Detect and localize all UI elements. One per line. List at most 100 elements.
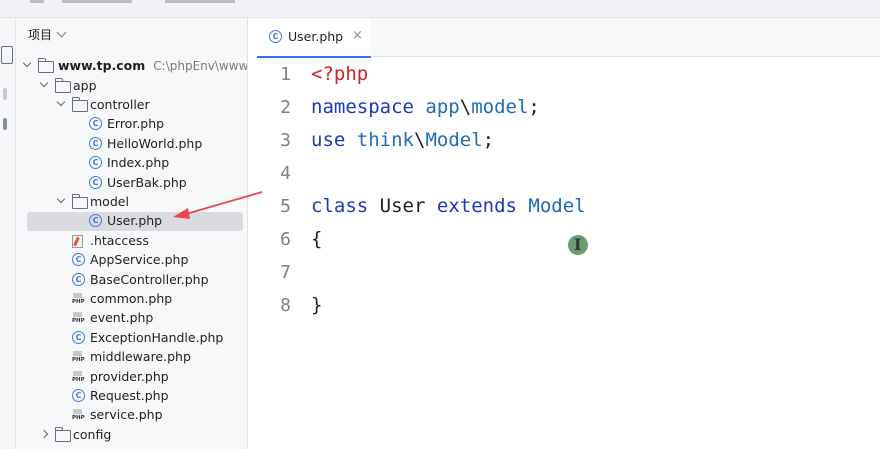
folder-icon xyxy=(71,96,88,112)
tree-file[interactable]: C ExceptionHandle.php xyxy=(16,329,247,348)
tree-file[interactable]: C HelloWorld.php xyxy=(16,135,247,154)
php-file-icon: PHP xyxy=(72,409,85,422)
class-file-icon: C xyxy=(89,136,102,150)
keyword-namespace: namespace xyxy=(311,96,414,118)
tree-file[interactable]: C Request.php xyxy=(16,387,247,406)
tree-folder[interactable]: controller xyxy=(16,96,247,115)
tree-item-label: config xyxy=(73,426,112,442)
class-file-icon: C xyxy=(89,175,102,189)
line-number: 3 xyxy=(280,130,291,151)
php-file-icon: PHP xyxy=(72,370,85,384)
line-number: 4 xyxy=(280,163,291,184)
line-number: 5 xyxy=(280,196,291,217)
tree-item-label: Error.php xyxy=(107,116,165,132)
class-file-icon: C xyxy=(72,272,85,286)
tree-folder[interactable]: model xyxy=(16,193,247,212)
tool-icon[interactable] xyxy=(3,118,7,130)
tree-file[interactable]: C Error.php xyxy=(16,115,247,134)
class-file-icon: C xyxy=(89,156,102,170)
namespace-separator: \ xyxy=(413,129,426,151)
class-file-icon: C xyxy=(89,117,102,131)
tree-file[interactable]: C BaseController.php xyxy=(16,271,247,290)
code-line-1: <?php xyxy=(311,58,368,91)
code-line-6: { xyxy=(311,223,322,256)
line-number: 8 xyxy=(280,295,291,316)
expand-arrow-icon[interactable] xyxy=(22,58,32,68)
tree-item-label: event.php xyxy=(90,310,154,326)
tree-folder[interactable]: config xyxy=(16,426,247,445)
tree-folder[interactable]: app xyxy=(16,77,247,96)
tree-file[interactable]: PHP service.php xyxy=(16,406,247,425)
tree-file[interactable]: PHP common.php xyxy=(16,290,247,309)
project-tool-icon[interactable] xyxy=(1,46,13,64)
text-cursor-icon xyxy=(568,235,588,255)
chevron-right-icon[interactable] xyxy=(39,429,49,438)
tree-item-label: .htaccess xyxy=(90,232,149,248)
tree-item-label: common.php xyxy=(90,290,173,306)
title-fragment xyxy=(165,0,235,3)
tree-file[interactable]: PHP middleware.php xyxy=(16,348,247,367)
php-open-tag: <?php xyxy=(311,63,369,85)
line-number: 2 xyxy=(280,97,291,118)
tree-file[interactable]: C UserBak.php xyxy=(16,174,247,193)
project-header-label: 项目 xyxy=(28,28,53,42)
root-path: C:\phpEnv\www\w xyxy=(153,59,248,73)
php-file-icon: PHP xyxy=(72,292,85,306)
window-title-bar xyxy=(0,0,880,18)
code-editor[interactable]: 1 2 3 4 5 6 7 8 <?php namespace app\mode… xyxy=(257,57,880,449)
class-file-icon: C xyxy=(72,330,85,344)
keyword-extends: extends xyxy=(436,195,517,217)
tree-file[interactable]: C AppService.php xyxy=(16,251,247,270)
semicolon: ; xyxy=(528,96,540,118)
tree-item-label: HelloWorld.php xyxy=(107,135,203,151)
menu-icon[interactable] xyxy=(30,0,44,3)
code-line-3: use think\Model; xyxy=(311,124,494,157)
tree-file[interactable]: .htaccess xyxy=(16,232,247,251)
folder-icon xyxy=(54,77,71,93)
root-label: www.tp.com xyxy=(58,58,146,73)
folder-icon xyxy=(54,426,71,442)
folder-icon xyxy=(37,58,54,73)
tool-window-strip xyxy=(0,18,16,449)
project-panel: 项目 www.tp.com C:\phpEnv\www\w app controll… xyxy=(16,18,248,449)
chevron-down-icon[interactable] xyxy=(56,194,66,204)
htaccess-file-icon xyxy=(72,234,83,248)
tool-icon[interactable] xyxy=(3,88,7,100)
code-line-5: class User extends Model xyxy=(311,190,586,223)
tree-file[interactable]: PHP provider.php xyxy=(16,368,247,387)
code-line-2: namespace app\model; xyxy=(311,91,540,124)
tree-item-label: middleware.php xyxy=(90,349,191,365)
tree-file[interactable]: C Index.php xyxy=(16,154,247,173)
folder-icon xyxy=(71,193,88,209)
line-number: 7 xyxy=(280,262,291,283)
chevron-down-icon[interactable] xyxy=(56,97,66,107)
tree-item-label: service.php xyxy=(90,407,163,423)
php-file-icon: PHP xyxy=(72,312,85,325)
chevron-down-icon[interactable] xyxy=(56,27,67,38)
tree-root[interactable]: www.tp.com C:\phpEnv\www\w xyxy=(16,57,247,76)
editor-tab-bar: C User.php × xyxy=(257,18,880,58)
tree-item-label: AppService.php xyxy=(90,252,189,268)
open-brace: { xyxy=(311,228,323,250)
tree-item-label: BaseController.php xyxy=(90,271,209,287)
chevron-down-icon[interactable] xyxy=(39,78,49,87)
close-icon[interactable]: × xyxy=(352,28,363,43)
class-reference: Model xyxy=(425,129,483,151)
namespace-segment: think xyxy=(356,129,414,151)
tab-user-php[interactable]: C User.php × xyxy=(257,18,371,58)
tab-label: User.php xyxy=(288,29,344,44)
line-number: 6 xyxy=(280,229,291,250)
tree-file[interactable]: C User.php xyxy=(16,212,247,232)
code-line-8: } xyxy=(311,289,322,322)
namespace-segment: model xyxy=(471,96,529,118)
tree-item-label: ExceptionHandle.php xyxy=(90,329,224,345)
class-file-icon: C xyxy=(89,214,102,228)
tree-item-label: controller xyxy=(90,96,150,112)
tree-item-label: UserBak.php xyxy=(107,174,187,190)
title-fragment xyxy=(62,0,132,3)
class-file-icon: C xyxy=(72,253,85,267)
project-header[interactable]: 项目 xyxy=(28,26,67,43)
class-name: User xyxy=(379,195,426,217)
tree-file[interactable]: PHP event.php xyxy=(16,309,247,328)
parent-class: Model xyxy=(528,195,586,217)
